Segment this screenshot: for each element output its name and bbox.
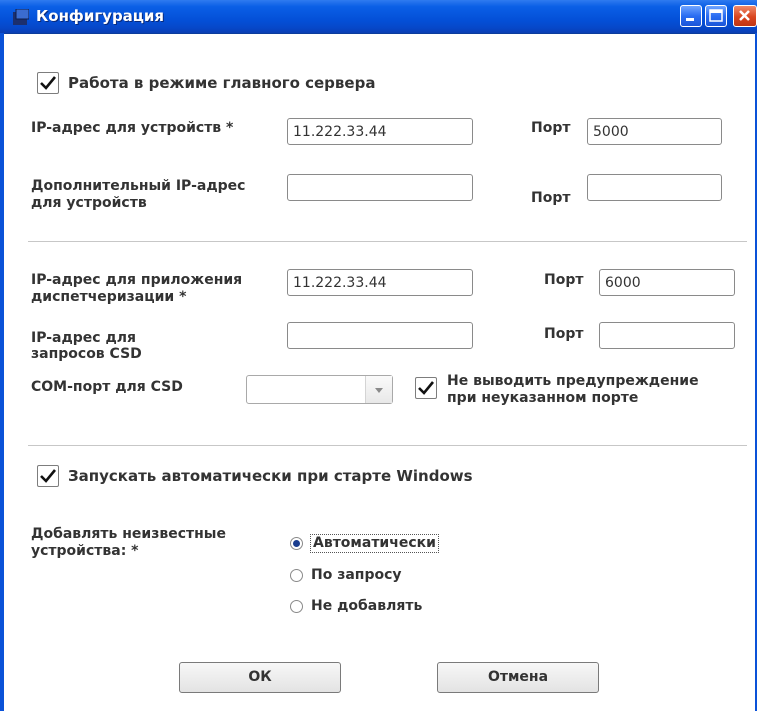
maximize-button[interactable] <box>705 5 727 27</box>
separator <box>28 241 747 242</box>
checkmark-icon <box>40 469 57 483</box>
chevron-down-icon <box>375 388 383 393</box>
main-server-checkbox[interactable] <box>37 72 59 94</box>
radio-do-not-add-label[interactable]: Не добавлять <box>311 598 422 615</box>
dispatch-port-input[interactable]: 6000 <box>599 269 735 296</box>
dispatch-ip-label-line2: диспетчеризации * <box>31 289 187 305</box>
extra-ip-label-line1: Дополнительный IP-адрес <box>31 178 246 194</box>
extra-ip-input[interactable] <box>287 174 473 201</box>
dispatch-ip-input[interactable]: 11.222.33.44 <box>287 269 473 296</box>
minimize-button[interactable] <box>680 5 702 27</box>
radio-on-request[interactable] <box>290 569 303 582</box>
no-warning-checkbox[interactable] <box>415 377 437 399</box>
checkmark-icon <box>40 76 57 90</box>
csd-port-label: Порт <box>544 326 584 342</box>
devices-ip-label: IP-адрес для устройств * <box>31 120 234 136</box>
autostart-label: Запускать автоматически при старте Windo… <box>68 467 473 485</box>
window-frame-left <box>0 33 4 711</box>
radio-on-request-label[interactable]: По запросу <box>311 567 402 584</box>
extra-ip-label-line2: для устройств <box>31 195 147 211</box>
title-bar[interactable]: Конфигурация <box>0 0 757 34</box>
close-button[interactable] <box>733 5 757 27</box>
csd-port-input[interactable] <box>599 322 735 349</box>
extra-port-input[interactable] <box>587 174 722 201</box>
cancel-button[interactable]: Отмена <box>437 662 599 693</box>
devices-ip-input[interactable]: 11.222.33.44 <box>287 118 473 145</box>
devices-port-label: Порт <box>531 120 571 136</box>
csd-ip-label-line1: IP-адрес для <box>31 330 137 346</box>
extra-port-label: Порт <box>531 190 571 206</box>
close-icon <box>739 10 750 21</box>
no-warning-label-line1: Не выводить предупреждение <box>447 373 699 389</box>
app-icon <box>13 9 29 25</box>
com-port-select[interactable] <box>246 375 393 404</box>
maximize-icon <box>709 9 723 22</box>
com-port-dropdown-button[interactable] <box>365 376 392 403</box>
unknown-devices-label-line2: устройства: * <box>31 543 139 559</box>
csd-ip-label-line2: запросов CSD <box>31 346 142 362</box>
dispatch-port-label: Порт <box>544 272 584 288</box>
radio-auto-label[interactable]: Автоматически <box>310 534 439 553</box>
window-title: Конфигурация <box>36 7 165 25</box>
minimize-icon <box>686 18 694 21</box>
com-port-label: COM-порт для CSD <box>31 379 183 395</box>
checkmark-icon <box>418 381 435 395</box>
radio-do-not-add[interactable] <box>290 600 303 613</box>
unknown-devices-label-line1: Добавлять неизвестные <box>31 526 226 542</box>
separator <box>28 445 747 446</box>
autostart-checkbox[interactable] <box>37 465 59 487</box>
ok-button[interactable]: ОК <box>179 662 341 693</box>
devices-port-input[interactable]: 5000 <box>587 118 722 145</box>
dispatch-ip-label-line1: IP-адрес для приложения <box>31 272 243 288</box>
no-warning-label-line2: при неуказанном порте <box>447 390 639 406</box>
csd-ip-input[interactable] <box>287 322 473 349</box>
radio-auto[interactable] <box>290 537 303 550</box>
main-server-label: Работа в режиме главного сервера <box>68 74 376 92</box>
